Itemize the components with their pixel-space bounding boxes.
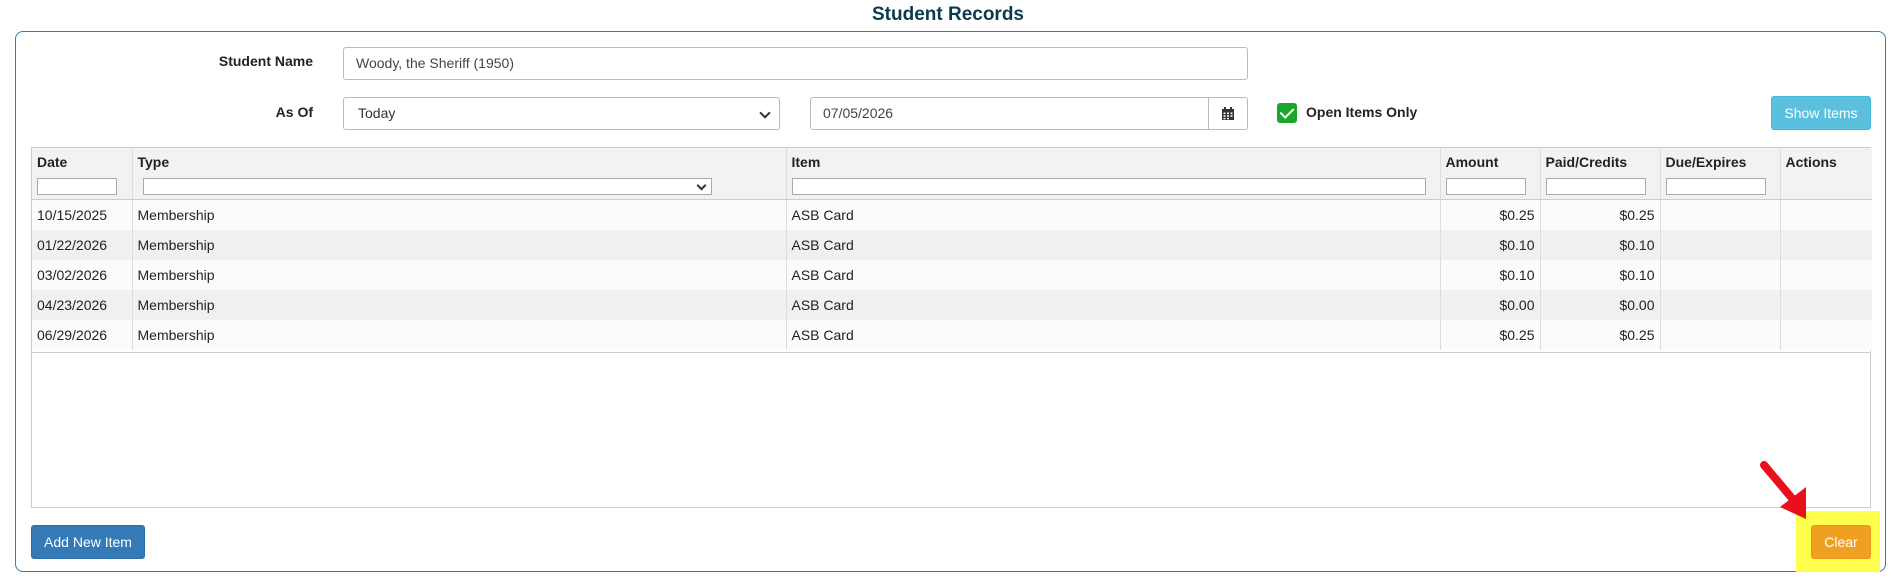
col-actions: Actions (1780, 148, 1872, 200)
cell-due (1660, 290, 1781, 320)
red-arrow-icon (1760, 461, 1806, 519)
col-type-label: Type (137, 154, 170, 170)
chevron-down-icon (759, 107, 771, 119)
cell-type: Membership (132, 199, 787, 230)
cell-item: ASB Card (786, 230, 1441, 260)
cell-paid: $0.10 (1540, 260, 1661, 290)
col-due: Due/Expires (1660, 148, 1781, 200)
col-paid: Paid/Credits (1540, 148, 1661, 200)
open-items-label: Open Items Only (1306, 104, 1418, 120)
add-new-item-button[interactable]: Add New Item (31, 525, 145, 559)
cell-actions (1780, 200, 1872, 231)
due-filter-input[interactable] (1665, 178, 1766, 195)
col-actions-label: Actions (1785, 154, 1837, 170)
col-item: Item (786, 148, 1441, 200)
col-date: Date (32, 148, 133, 200)
table-divider (32, 352, 1870, 353)
as-of-select[interactable]: Today (343, 97, 780, 130)
cell-type: Membership (132, 260, 787, 290)
cell-type: Membership (132, 230, 787, 260)
table-header-row: Date Type Item Amount Paid/Credits Due/E… (32, 148, 1872, 200)
calendar-button[interactable] (1208, 97, 1248, 130)
date-value: 07/05/2026 (823, 105, 894, 121)
table-row[interactable]: 04/23/2026 Membership ASB Card $0.00 $0.… (32, 290, 1872, 320)
cell-due (1660, 230, 1781, 260)
page-title: Student Records (871, 4, 1025, 25)
cell-paid: $0.25 (1540, 320, 1661, 350)
cell-paid: $0.10 (1540, 230, 1661, 260)
cell-paid: $0.00 (1540, 290, 1661, 320)
amount-filter-input[interactable] (1445, 178, 1526, 195)
cell-date: 01/22/2026 (32, 230, 133, 260)
col-due-label: Due/Expires (1665, 154, 1747, 170)
cell-type: Membership (132, 320, 787, 350)
records-table: Date Type Item Amount Paid/Credits Due/E… (31, 147, 1872, 508)
cell-due (1660, 199, 1781, 230)
cell-amount: $0.25 (1440, 320, 1541, 350)
paid-filter-input[interactable] (1545, 178, 1646, 195)
date-input[interactable]: 07/05/2026 (810, 97, 1209, 130)
cell-amount: $0.00 (1440, 290, 1541, 320)
cell-paid: $0.25 (1540, 199, 1661, 230)
cell-due (1660, 320, 1781, 350)
table-row[interactable]: 06/29/2026 Membership ASB Card $0.25 $0.… (32, 320, 1872, 350)
cell-date: 06/29/2026 (32, 320, 133, 350)
show-items-button[interactable]: Show Items (1771, 96, 1871, 130)
cell-actions (1780, 290, 1872, 320)
student-name-input[interactable]: Woody, the Sheriff (1950) (343, 47, 1248, 80)
chevron-down-icon (696, 180, 706, 191)
cell-actions (1780, 260, 1872, 290)
cell-item: ASB Card (786, 290, 1441, 320)
col-item-label: Item (791, 154, 821, 170)
cell-item: ASB Card (786, 199, 1441, 230)
cell-date: 03/02/2026 (32, 260, 133, 290)
cell-item: ASB Card (786, 260, 1441, 290)
cell-amount: $0.10 (1440, 260, 1541, 290)
cell-date: 10/15/2025 (32, 199, 133, 230)
col-amount-label: Amount (1445, 154, 1499, 170)
table-row[interactable]: 01/22/2026 Membership ASB Card $0.10 $0.… (32, 230, 1872, 260)
col-amount: Amount (1440, 148, 1541, 200)
date-filter-input[interactable] (37, 178, 117, 195)
table-row[interactable]: 10/15/2025 Membership ASB Card $0.25 $0.… (32, 199, 1872, 231)
clear-button[interactable]: Clear (1811, 525, 1871, 559)
as-of-selected: Today (358, 105, 396, 121)
col-paid-label: Paid/Credits (1545, 154, 1628, 170)
col-type: Type (132, 148, 787, 200)
item-filter-input[interactable] (791, 178, 1426, 195)
calendar-icon (1222, 107, 1234, 120)
student-name-value: Woody, the Sheriff (1950) (356, 55, 514, 71)
cell-due (1660, 260, 1781, 290)
open-items-checkbox[interactable] (1277, 103, 1297, 123)
cell-amount: $0.25 (1440, 199, 1541, 230)
table-row[interactable]: 03/02/2026 Membership ASB Card $0.10 $0.… (32, 260, 1872, 290)
cell-item: ASB Card (786, 320, 1441, 350)
type-filter-select[interactable] (142, 178, 712, 195)
cell-actions (1780, 230, 1872, 260)
cell-amount: $0.10 (1440, 230, 1541, 260)
cell-type: Membership (132, 290, 787, 320)
student-name-label: Student Name (218, 53, 313, 69)
cell-actions (1780, 320, 1872, 350)
as-of-label: As Of (275, 104, 313, 120)
cell-date: 04/23/2026 (32, 290, 133, 320)
col-date-label: Date (37, 154, 68, 170)
